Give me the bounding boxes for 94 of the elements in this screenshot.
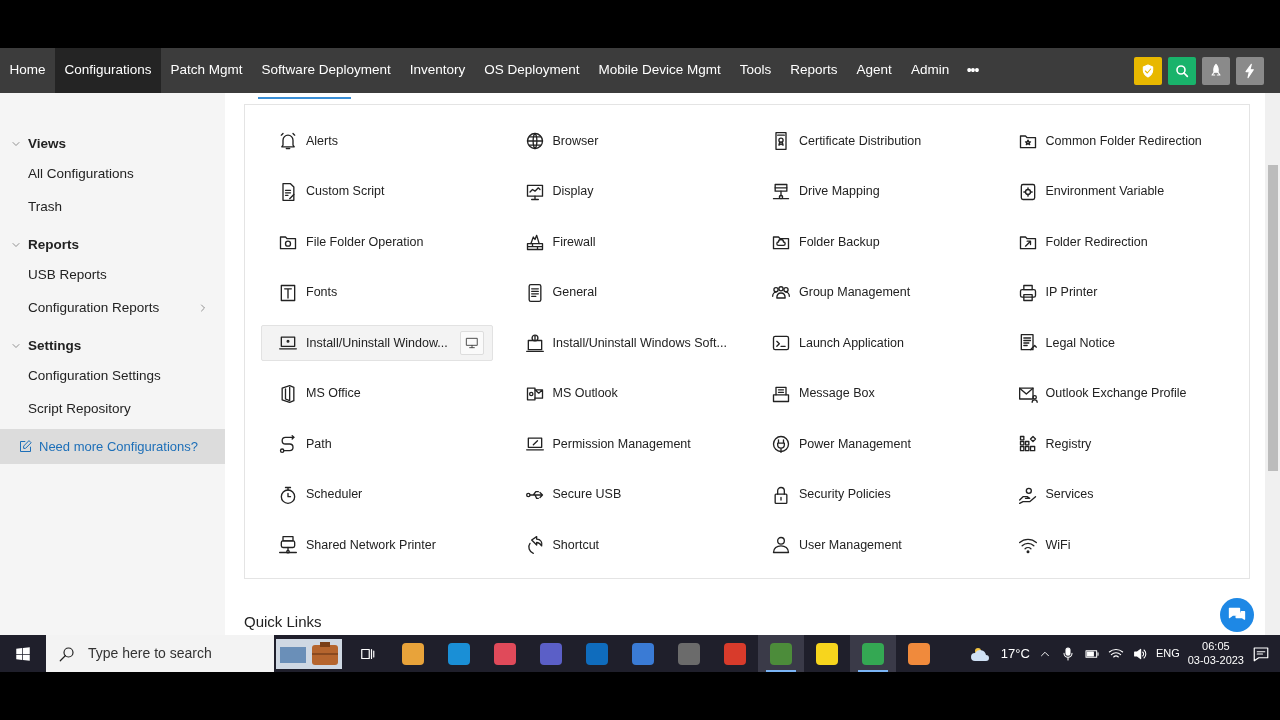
configuration-item[interactable]: Services — [1000, 476, 1233, 513]
configuration-item[interactable]: IP Printer — [1000, 274, 1233, 311]
sidebar-item[interactable]: Trash — [28, 197, 62, 218]
language-indicator[interactable]: ENG — [1155, 645, 1180, 662]
configuration-item[interactable]: Common Folder Redirection — [1000, 123, 1233, 159]
configuration-item[interactable]: Group Management — [754, 274, 986, 311]
sidebar-item[interactable]: Script Repository — [28, 399, 131, 420]
clock-date[interactable]: 03-03-2023 — [1187, 653, 1244, 668]
lightning-button[interactable] — [1236, 56, 1264, 85]
firewall-icon — [524, 232, 545, 252]
deploy-button[interactable] — [460, 331, 484, 355]
configuration-item[interactable]: File Folder Operation — [261, 224, 493, 260]
configuration-item[interactable]: Environment Variable — [1000, 173, 1233, 210]
configuration-item[interactable]: MS Office — [261, 375, 493, 412]
sidebar-item[interactable]: Configuration Reports — [28, 298, 160, 319]
temperature: 17°C — [1000, 644, 1030, 663]
configuration-item[interactable]: WiFi — [1000, 527, 1233, 563]
laptop-download-icon — [524, 333, 545, 353]
section-heading: Quick Links — [244, 612, 322, 632]
taskbar-app[interactable] — [758, 635, 804, 672]
configuration-item[interactable]: Fonts — [261, 274, 493, 311]
configuration-item[interactable]: Install/Uninstall Windows Soft... — [507, 325, 740, 361]
configuration-item[interactable]: Shortcut — [507, 527, 740, 563]
nav-tab[interactable]: Inventory — [400, 48, 475, 93]
configuration-item[interactable]: Firewall — [507, 224, 740, 260]
terminal-icon — [771, 333, 791, 353]
configuration-item[interactable]: Shared Network Printer — [261, 527, 493, 563]
configuration-item[interactable]: Alerts — [261, 123, 493, 159]
configuration-item[interactable]: Launch Application — [754, 325, 986, 361]
clock-time[interactable]: 06:05 — [1202, 639, 1230, 654]
configuration-item[interactable]: Registry — [1000, 426, 1233, 462]
configuration-item[interactable]: Certificate Distribution — [754, 123, 986, 159]
configuration-item[interactable]: Display — [507, 173, 740, 210]
search-button[interactable] — [1168, 56, 1196, 85]
rocket-button[interactable] — [1202, 56, 1230, 85]
sidebar-item[interactable]: USB Reports — [28, 264, 107, 285]
configuration-item[interactable]: Security Policies — [754, 476, 986, 513]
section-heading: Settings — [28, 336, 82, 355]
nav-tab[interactable]: Patch Mgmt — [161, 48, 253, 93]
configuration-item[interactable]: General — [507, 274, 740, 311]
configuration-item[interactable]: Install/Uninstall Window... — [261, 325, 493, 361]
configuration-item[interactable]: User Management — [754, 527, 986, 563]
configuration-item[interactable]: Folder Backup — [754, 224, 986, 260]
configuration-item[interactable]: Legal Notice — [1000, 325, 1233, 361]
blocks-icon — [1017, 434, 1038, 454]
search-icon — [58, 644, 76, 663]
sidebar-item[interactable]: All Configurations — [28, 163, 134, 184]
search-box[interactable]: Type here to search — [46, 635, 274, 672]
configuration-item[interactable]: Custom Script — [261, 173, 493, 210]
nav-tab[interactable]: Home — [0, 48, 55, 93]
configuration-item[interactable]: Outlook Exchange Profile — [1000, 375, 1233, 412]
configuration-item[interactable]: Path — [261, 426, 493, 462]
notification-icon[interactable] — [1252, 644, 1270, 663]
stopwatch-icon — [278, 484, 298, 505]
more-menu[interactable]: ••• — [958, 60, 987, 81]
power-plug-icon — [771, 434, 791, 454]
configuration-item[interactable]: MS Outlook — [507, 375, 740, 412]
need-more-link[interactable]: Need more Configurations? — [0, 429, 225, 464]
network-printer-icon — [278, 535, 298, 555]
nav-tab[interactable]: Reports — [780, 48, 848, 93]
configuration-item[interactable]: Power Management — [754, 426, 986, 462]
section-heading: Views — [28, 134, 67, 153]
chat-button[interactable] — [1220, 598, 1254, 632]
search-field[interactable]: Type here to search — [86, 642, 256, 665]
network-drive-icon — [771, 181, 791, 202]
shield-icon — [1140, 62, 1156, 79]
bell-icon — [278, 131, 298, 151]
nav-tab[interactable]: Admin — [901, 48, 959, 93]
nav-tab[interactable]: OS Deployment — [474, 48, 589, 93]
configuration-item[interactable]: Browser — [507, 123, 740, 159]
configuration-item[interactable]: Drive Mapping — [754, 173, 986, 210]
letter-box-icon — [278, 282, 298, 303]
monitor-icon — [465, 336, 479, 350]
edit-icon — [18, 439, 33, 454]
sidebar-item[interactable]: Configuration Settings — [28, 365, 161, 386]
section-heading: Reports — [28, 235, 79, 254]
configuration-item[interactable]: Permission Management — [507, 426, 740, 462]
search-icon — [1174, 62, 1190, 79]
shield-button[interactable] — [1134, 56, 1162, 85]
nav-tab[interactable]: Mobile Device Mgmt — [589, 48, 731, 93]
windows-icon — [14, 644, 32, 663]
nav-tab[interactable]: Tools — [730, 48, 781, 93]
globe-icon — [524, 131, 545, 151]
user-icon — [771, 535, 791, 555]
scrollbar[interactable] — [1265, 93, 1280, 635]
nav-tab[interactable]: Configurations — [55, 48, 162, 93]
taskbar-app[interactable] — [850, 635, 896, 672]
printer-icon — [1017, 282, 1038, 303]
configuration-item[interactable]: Scheduler — [261, 476, 493, 513]
configuration-item[interactable]: Folder Redirection — [1000, 224, 1233, 260]
nav-tab[interactable]: Software Deployment — [252, 48, 401, 93]
nav-tab[interactable]: Agent — [847, 48, 902, 93]
configuration-item[interactable]: Message Box — [754, 375, 986, 412]
configuration-item[interactable]: Secure USB — [507, 476, 740, 513]
